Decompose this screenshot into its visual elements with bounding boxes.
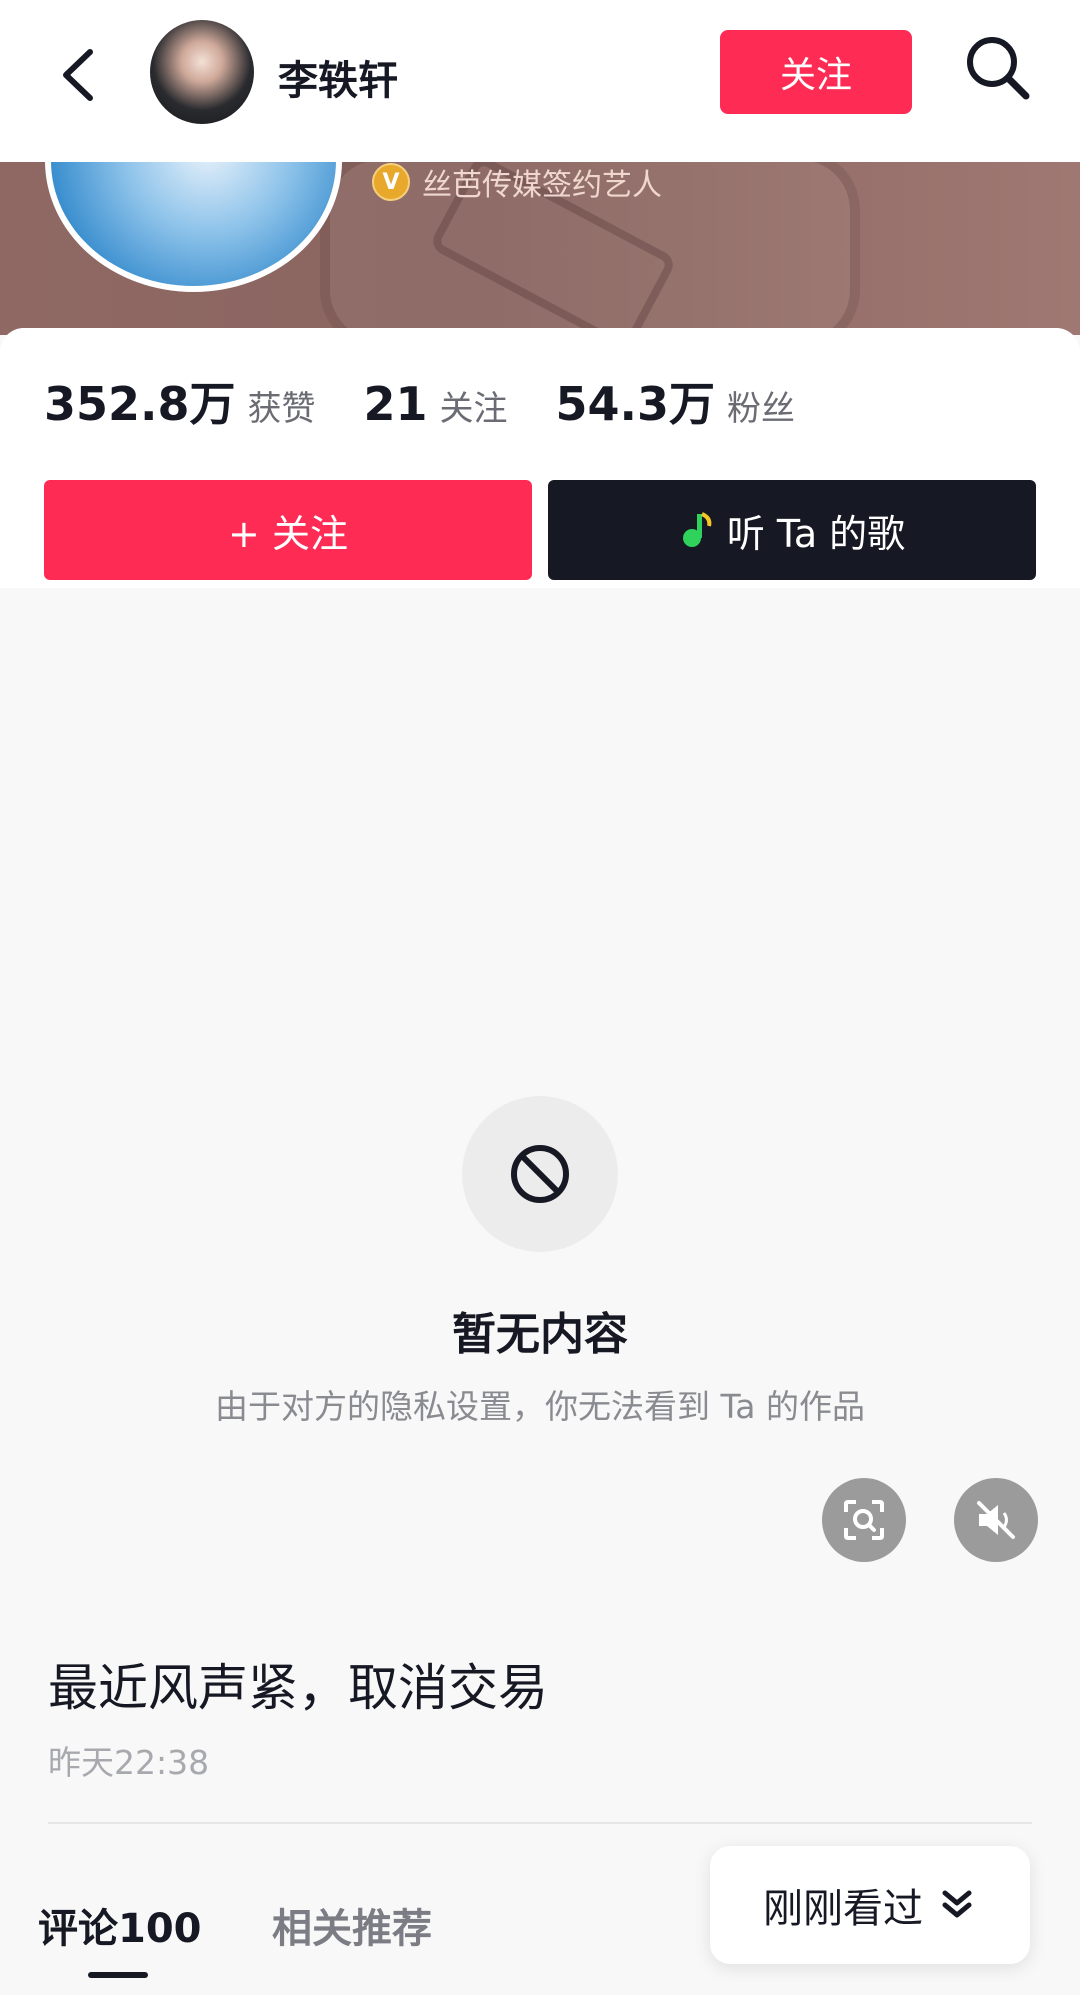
stats-row: 352.8万 获赞 21 关注 54.3万 粉丝 [44,368,843,434]
listen-songs-button[interactable]: 听 Ta 的歌 [548,480,1036,580]
stat-following[interactable]: 21 关注 [364,377,508,431]
screenshot-search-button[interactable] [822,1478,906,1562]
recently-viewed-label: 刚刚看过 [763,1886,923,1932]
search-icon [967,37,1030,100]
mute-icon [977,1501,1015,1539]
back-button[interactable] [52,40,112,110]
verified-label: V 丝芭传媒签约艺人 [372,160,662,204]
stat-likes[interactable]: 352.8万 获赞 [44,368,316,434]
forbidden-icon [511,1145,569,1203]
listen-songs-label: 听 Ta 的歌 [726,511,906,556]
profile-card: 352.8万 获赞 21 关注 54.3万 粉丝 + 关注 听 Ta 的歌 暂无… [0,328,1080,1995]
verified-badge-icon: V [372,163,410,201]
stat-followers[interactable]: 54.3万 粉丝 [556,368,796,434]
music-note-icon [679,510,713,550]
top-follow-button[interactable]: 关注 [720,30,912,114]
top-bar: 李轶轩 关注 [0,0,1080,162]
tab-comments[interactable]: 评论100 [38,1896,202,1954]
avatar[interactable] [150,20,254,124]
search-button[interactable] [958,28,1038,108]
active-tab-indicator [88,1972,148,1978]
divider [48,1822,1032,1824]
post-timestamp: 昨天22:38 [48,1743,210,1782]
profile-info-section: 352.8万 获赞 21 关注 54.3万 粉丝 + 关注 听 Ta 的歌 [0,328,1080,588]
post-caption: 最近风声紧，取消交易 [48,1659,548,1717]
follow-button[interactable]: + 关注 [44,480,532,580]
mute-button[interactable] [954,1478,1038,1562]
empty-state-icon-wrapper [462,1096,618,1252]
stat-label: 粉丝 [727,389,796,429]
stat-value: 54.3万 [555,377,716,431]
empty-state-title: 暂无内容 [452,1309,628,1360]
tab-related[interactable]: 相关推荐 [272,1896,432,1954]
scan-icon [844,1500,884,1540]
username: 李轶轩 [278,58,398,104]
recently-viewed-button[interactable]: 刚刚看过 [710,1846,1030,1964]
chevron-left-icon [63,49,93,101]
stat-label: 获赞 [247,389,316,429]
stat-label: 关注 [439,389,508,429]
stat-value: 352.8万 [44,377,236,431]
double-chevron-down-icon [942,1890,972,1918]
verified-text: 丝芭传媒签约艺人 [422,168,662,203]
stat-value: 21 [363,377,428,431]
empty-state-subtitle: 由于对方的隐私设置，你无法看到 Ta 的作品 [215,1387,865,1426]
